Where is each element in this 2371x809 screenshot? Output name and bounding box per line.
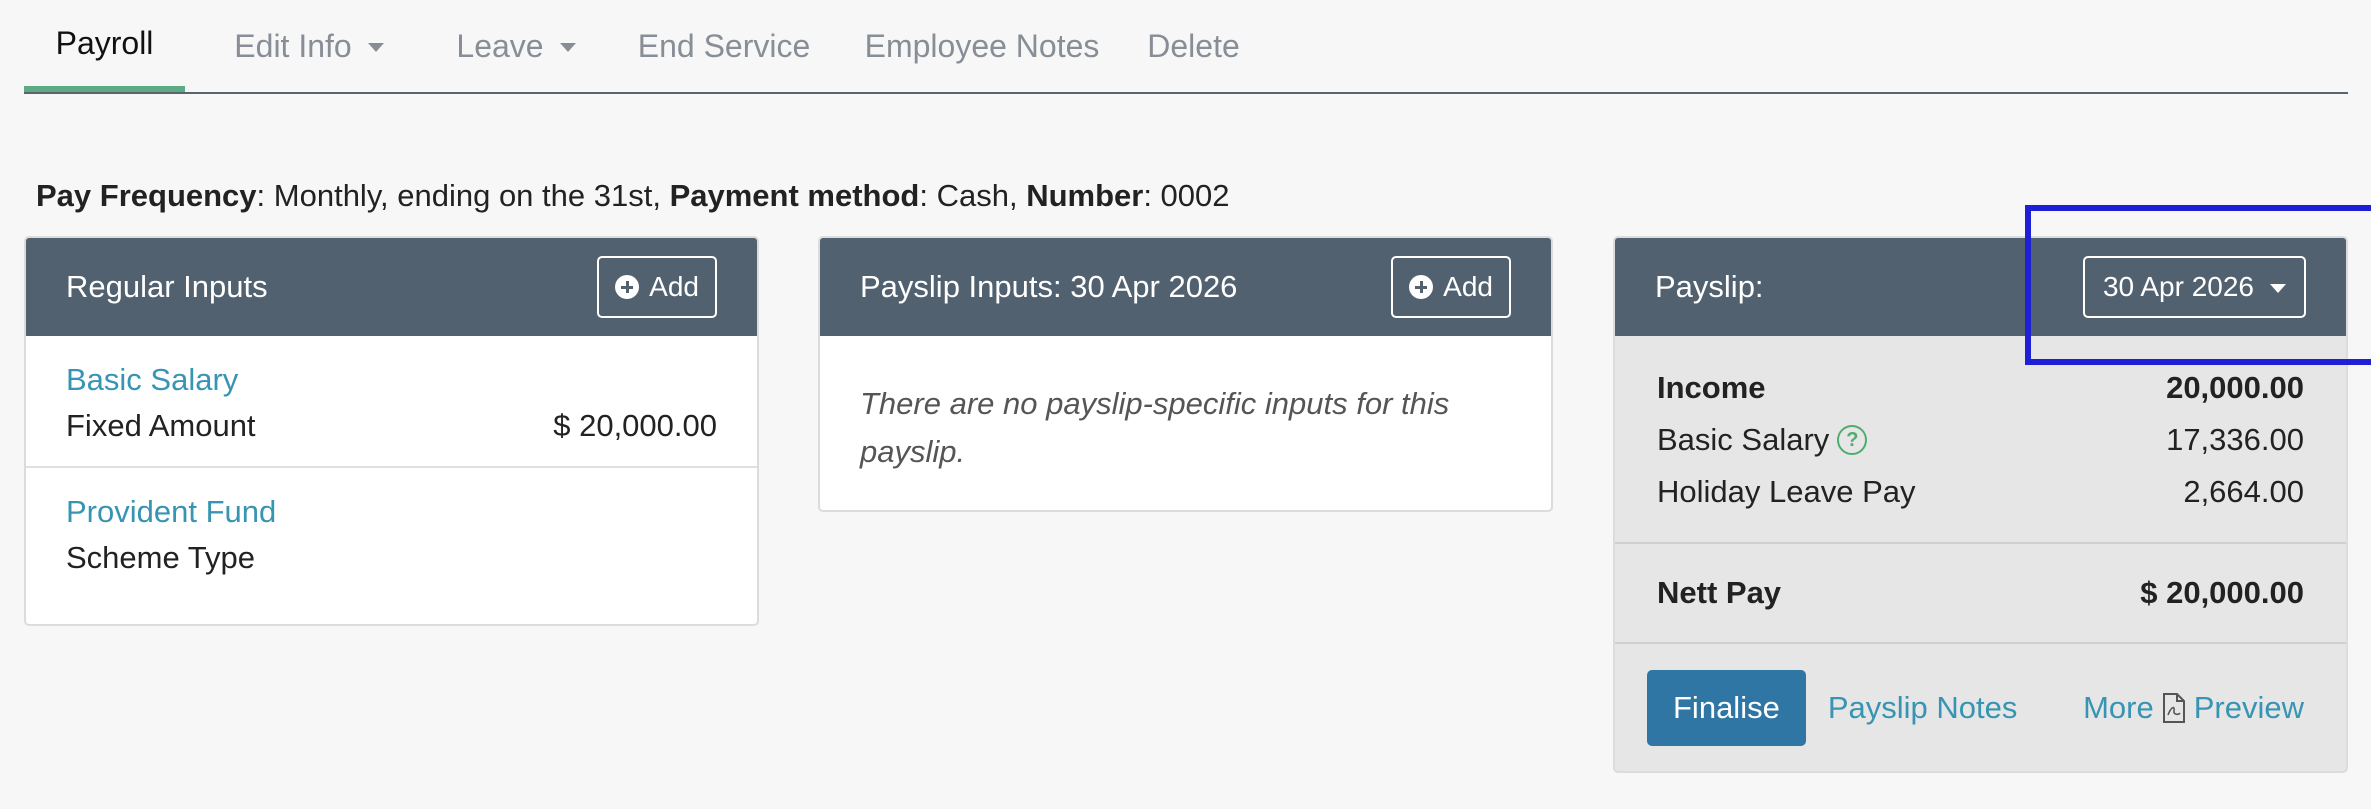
payslip-inputs-header: Payslip Inputs: 30 Apr 2026 Add xyxy=(820,238,1551,336)
highlight-box xyxy=(2025,205,2371,365)
tab-end-service[interactable]: End Service xyxy=(618,0,830,92)
tab-label: Delete xyxy=(1147,27,1240,64)
caret-down-icon xyxy=(367,42,384,52)
question-circle-icon[interactable]: ? xyxy=(1837,425,1868,455)
preview-link[interactable]: Preview xyxy=(2162,690,2304,726)
plus-circle-icon xyxy=(1409,275,1434,299)
payslip-notes-link[interactable]: Payslip Notes xyxy=(1828,690,2018,726)
payslip-inputs-card: Payslip Inputs: 30 Apr 2026 Add There ar… xyxy=(818,236,1553,512)
pay-frequency-label: Pay Frequency xyxy=(36,178,257,213)
tab-employee-notes[interactable]: Employee Notes xyxy=(854,0,1110,92)
item-detail-value: $ 20,000.00 xyxy=(553,408,717,443)
more-link[interactable]: More xyxy=(2083,690,2154,726)
line-label: Basic Salary xyxy=(1657,422,1830,457)
tab-label: Leave xyxy=(456,27,544,64)
tab-delete[interactable]: Delete xyxy=(1132,0,1255,92)
payslip-title: Payslip: xyxy=(1655,269,1764,304)
tab-label: Employee Notes xyxy=(864,27,1100,64)
tab-edit-info[interactable]: Edit Info xyxy=(217,0,401,92)
tab-leave[interactable]: Leave xyxy=(430,0,602,92)
income-row: Income 20,000.00 xyxy=(1657,362,2304,414)
item-detail-label: Scheme Type xyxy=(66,540,255,575)
nett-pay-value: $ 20,000.00 xyxy=(2140,575,2304,610)
empty-message: There are no payslip-specific inputs for… xyxy=(860,386,1450,469)
line-value: 17,336.00 xyxy=(2166,422,2304,457)
plus-circle-icon xyxy=(615,275,640,299)
nett-pay-label: Nett Pay xyxy=(1657,575,1782,610)
pay-info-line: Pay Frequency: Monthly, ending on the 31… xyxy=(36,178,1230,214)
regular-inputs-card: Regular Inputs Add Basic Salary Fixed Am… xyxy=(24,236,759,626)
item-detail-label: Fixed Amount xyxy=(66,408,256,443)
finalise-button[interactable]: Finalise xyxy=(1647,670,1806,746)
add-regular-input-button[interactable]: Add xyxy=(597,256,717,318)
tab-label: Payroll xyxy=(55,24,154,61)
line-value: 2,664.00 xyxy=(2183,474,2304,509)
income-label: Income xyxy=(1657,370,1766,405)
list-item: Basic Salary Fixed Amount $ 20,000.00 xyxy=(26,336,757,466)
line-label: Holiday Leave Pay xyxy=(1657,474,1916,509)
payment-method-value: : Cash, xyxy=(919,178,1027,213)
payslip-actions: Finalise Payslip Notes More Preview xyxy=(1615,644,2346,746)
number-label: Number xyxy=(1026,178,1144,213)
number-value: : 0002 xyxy=(1143,178,1230,213)
add-payslip-input-button[interactable]: Add xyxy=(1391,256,1511,318)
nett-pay-row: Nett Pay $ 20,000.00 xyxy=(1615,544,2346,642)
payslip-line: Basic Salary ? 17,336.00 xyxy=(1657,414,2304,466)
pay-frequency-value: : Monthly, ending on the 31st, xyxy=(256,178,670,213)
regular-inputs-header: Regular Inputs Add xyxy=(26,238,757,336)
add-label: Add xyxy=(1443,271,1493,302)
tab-payroll[interactable]: Payroll xyxy=(24,0,185,92)
tab-label: End Service xyxy=(637,27,811,64)
payment-method-label: Payment method xyxy=(669,178,920,213)
nav-tabs: Payroll Edit Info Leave End Service Empl… xyxy=(24,0,2348,94)
payslip-line: Holiday Leave Pay 2,664.00 xyxy=(1657,466,2304,518)
regular-inputs-title: Regular Inputs xyxy=(66,269,268,304)
basic-salary-link[interactable]: Basic Salary xyxy=(66,362,717,398)
caret-down-icon xyxy=(559,42,576,52)
tab-label: Edit Info xyxy=(234,27,352,64)
payslip-inputs-title: Payslip Inputs: 30 Apr 2026 xyxy=(860,269,1238,304)
income-total: 20,000.00 xyxy=(2166,370,2304,405)
preview-label: Preview xyxy=(2193,690,2304,725)
list-item: Provident Fund Scheme Type xyxy=(26,466,757,598)
pdf-file-icon xyxy=(2162,693,2185,723)
add-label: Add xyxy=(649,271,699,302)
provident-fund-link[interactable]: Provident Fund xyxy=(66,494,717,530)
